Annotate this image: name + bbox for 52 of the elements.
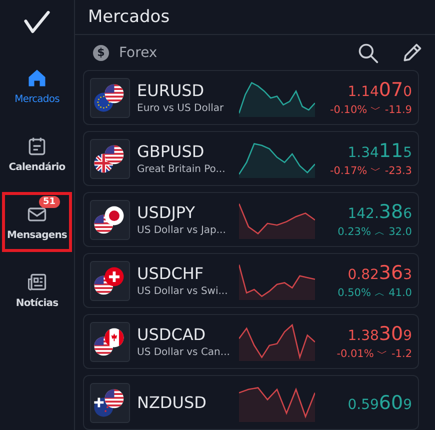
logo-icon bbox=[24, 10, 50, 34]
price-change: 0.50% ︿ 41.0 bbox=[338, 286, 412, 300]
pair-symbol: USDCHF bbox=[137, 264, 204, 283]
quote-card[interactable]: NZDUSD 0.59609 bbox=[83, 375, 419, 430]
edit-icon[interactable] bbox=[401, 42, 423, 64]
unread-badge: 51 bbox=[39, 196, 60, 208]
calendar-icon bbox=[26, 135, 48, 157]
pair-description: Great Britain Po... bbox=[137, 164, 226, 175]
pair-symbol: USDCAD bbox=[137, 325, 206, 344]
search-icon[interactable] bbox=[357, 42, 379, 64]
nav-item[interactable]: Mercados bbox=[2, 56, 72, 116]
quote-card[interactable]: GBPUSD Great Britain Po... 1.34115 -0.17% ﹀ -23.3 bbox=[83, 131, 419, 186]
home-icon bbox=[26, 67, 48, 89]
price: 1.38309 bbox=[348, 322, 412, 344]
nav-label: Calendário bbox=[8, 162, 66, 173]
pair-description: US Dollar vs Can... bbox=[137, 347, 230, 358]
pair-symbol: GBPUSD bbox=[137, 142, 204, 161]
currency-pair-icon bbox=[90, 260, 130, 300]
section-title: Forex bbox=[119, 44, 158, 61]
price-change: -0.17% ﹀ -23.3 bbox=[330, 164, 412, 178]
price: 142.386 bbox=[348, 200, 412, 222]
price: 0.59609 bbox=[348, 392, 412, 414]
currency-pair-icon bbox=[90, 382, 130, 422]
price: 1.34115 bbox=[348, 140, 412, 162]
price-change: -0.01% ﹀ -1.2 bbox=[336, 346, 412, 360]
pair-description: US Dollar vs Jap... bbox=[137, 225, 226, 236]
dollar-icon: $ bbox=[93, 44, 109, 61]
nav-item[interactable]: Notícias bbox=[2, 260, 72, 320]
pair-symbol: EURUSD bbox=[137, 81, 204, 100]
nav-label: Notícias bbox=[16, 298, 58, 309]
currency-pair-icon bbox=[90, 322, 130, 362]
quote-card[interactable]: EURUSD Euro vs US Dollar 1.14070 -0.10% ﹀ -11.9 bbox=[83, 70, 419, 125]
newspaper-icon bbox=[26, 271, 48, 293]
price-change: 0.23% ︿ 32.0 bbox=[338, 224, 412, 238]
currency-pair-icon bbox=[90, 78, 130, 118]
price: 0.82363 bbox=[348, 262, 412, 284]
pair-description: US Dollar vs Swi... bbox=[137, 286, 228, 297]
pair-symbol: USDJPY bbox=[137, 203, 195, 222]
pair-symbol: NZDUSD bbox=[137, 393, 206, 412]
currency-pair-icon bbox=[90, 200, 130, 240]
currency-pair-icon bbox=[90, 138, 130, 178]
quote-card[interactable]: USDCAD US Dollar vs Can... 1.38309 -0.01% ﹀ -1.2 bbox=[83, 314, 419, 369]
quote-card[interactable]: USDCHF US Dollar vs Swi... 0.82363 0.50% ︿ 41.0 bbox=[83, 253, 419, 308]
nav-item[interactable]: Calendário bbox=[2, 124, 72, 184]
nav-label: Mensagens bbox=[7, 230, 67, 241]
pair-description: Euro vs US Dollar bbox=[137, 103, 224, 114]
price-change: -0.10% ﹀ -11.9 bbox=[330, 102, 412, 116]
quote-card[interactable]: USDJPY US Dollar vs Jap... 142.386 0.23% ︿ 32.0 bbox=[83, 192, 419, 247]
nav-item[interactable]: 51 Mensagens bbox=[2, 192, 72, 252]
page-title: Mercados bbox=[88, 7, 170, 28]
nav-label: Mercados bbox=[14, 94, 60, 105]
price: 1.14070 bbox=[348, 78, 412, 100]
